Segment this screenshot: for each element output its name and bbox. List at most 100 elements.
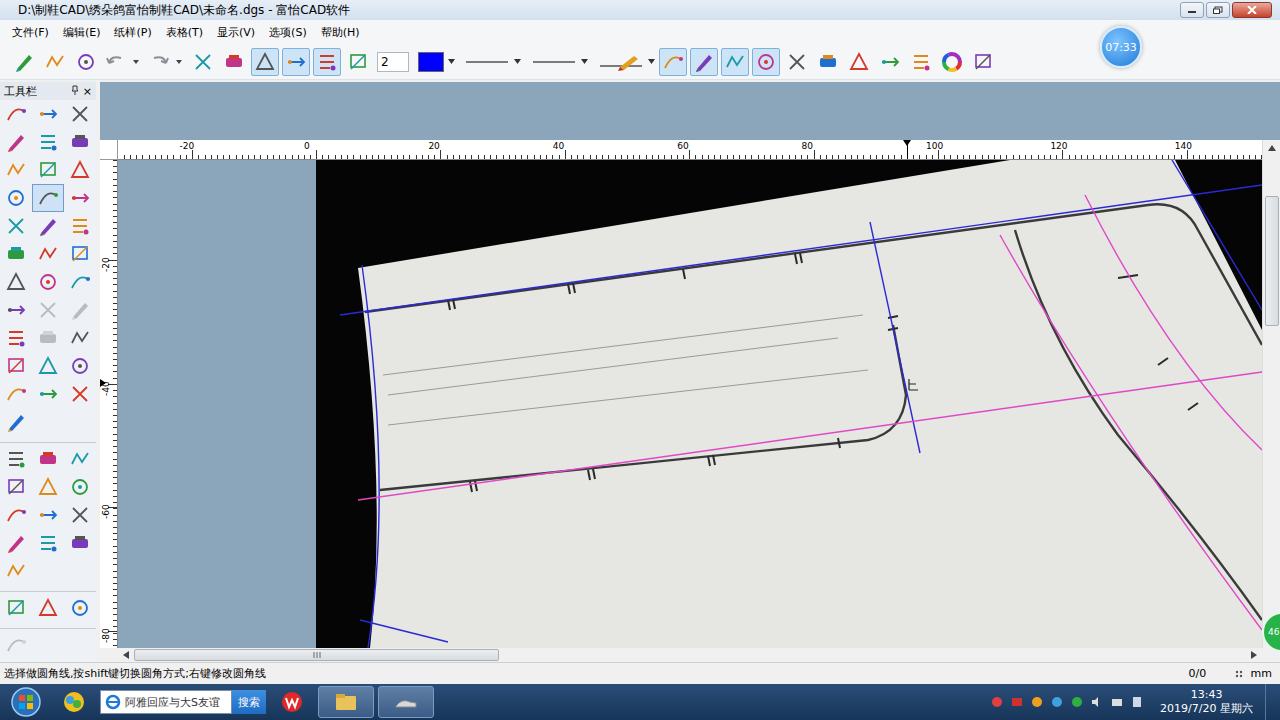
tool-button[interactable] [64, 100, 96, 128]
tool-button[interactable] [0, 156, 32, 184]
tool-button[interactable] [32, 445, 64, 473]
tool-button[interactable] [32, 128, 64, 156]
tool-button[interactable] [32, 501, 64, 529]
menu-item[interactable]: 文件(F) [8, 23, 53, 42]
toolbar-button[interactable] [251, 48, 279, 76]
tool-button[interactable] [32, 473, 64, 501]
tool-button[interactable] [32, 100, 64, 128]
toolbar-button[interactable] [659, 48, 687, 76]
tool-button[interactable] [32, 184, 64, 212]
toolbar-button[interactable] [721, 48, 749, 76]
tool-button[interactable] [0, 529, 32, 557]
search-field[interactable]: 阿雅回应与大S友谊 [100, 690, 232, 714]
tool-button[interactable] [64, 184, 96, 212]
toolbar-button[interactable] [814, 48, 842, 76]
tool-button[interactable] [0, 100, 32, 128]
tool-button[interactable] [32, 380, 64, 408]
tool-button[interactable] [32, 352, 64, 380]
toolbar-button[interactable] [282, 48, 310, 76]
start-button[interactable] [4, 684, 48, 720]
toolbar-button[interactable] [907, 48, 935, 76]
horizontal-scrollbar[interactable] [118, 648, 1262, 662]
line-width-field[interactable]: 2 [377, 52, 409, 72]
minimize-button[interactable] [1180, 2, 1204, 18]
menu-item[interactable]: 表格(T) [162, 23, 207, 42]
toolbar-button[interactable] [72, 48, 100, 76]
toolbar-button[interactable] [189, 48, 217, 76]
toolbar-button[interactable] [845, 48, 873, 76]
tool-button[interactable] [0, 268, 32, 296]
taskbar-app[interactable] [52, 686, 96, 718]
tool-button[interactable] [64, 156, 96, 184]
guide-line[interactable] [358, 372, 1262, 500]
close-button[interactable] [1232, 2, 1272, 18]
tool-button[interactable] [64, 473, 96, 501]
toolbar-button[interactable] [876, 48, 904, 76]
line-style-picker[interactable] [598, 50, 656, 74]
toolbar-button[interactable] [41, 48, 69, 76]
search-button[interactable]: 搜索 [232, 690, 266, 714]
tool-button[interactable] [64, 240, 96, 268]
toolbar-button[interactable] [313, 48, 341, 76]
menu-item[interactable]: 显示(V) [213, 23, 259, 42]
tool-button[interactable] [0, 501, 32, 529]
toolbar-button[interactable] [969, 48, 997, 76]
vertical-scrollbar[interactable] [1262, 140, 1280, 648]
tool-button[interactable] [64, 594, 96, 622]
tool-button[interactable] [0, 324, 32, 352]
tool-button[interactable] [0, 184, 32, 212]
clock[interactable]: 13:432019/7/20 星期六 [1152, 688, 1261, 716]
color-picker[interactable] [418, 52, 455, 72]
guide-line[interactable] [870, 222, 920, 453]
toolbar-button[interactable] [220, 48, 248, 76]
toolbar-button[interactable] [10, 48, 38, 76]
tool-button[interactable] [0, 212, 32, 240]
tool-button[interactable] [32, 156, 64, 184]
restore-button[interactable] [1206, 2, 1230, 18]
tool-button[interactable] [32, 240, 64, 268]
scroll-thumb[interactable] [134, 649, 499, 661]
drawing-canvas[interactable] [118, 160, 1262, 648]
tool-button[interactable] [32, 594, 64, 622]
toolbar-button[interactable] [344, 48, 372, 76]
taskbar-app[interactable] [318, 686, 374, 718]
taskbar-app[interactable] [270, 686, 314, 718]
tool-button[interactable] [0, 473, 32, 501]
guide-line[interactable] [1172, 160, 1262, 310]
tool-button[interactable] [32, 212, 64, 240]
tool-button[interactable] [64, 128, 96, 156]
toolbar-button[interactable] [752, 48, 780, 76]
menu-item[interactable]: 选项(S) [265, 23, 311, 42]
tool-button[interactable] [0, 240, 32, 268]
tool-button[interactable] [0, 594, 32, 622]
tool-button[interactable] [64, 380, 96, 408]
menu-item[interactable]: 编辑(E) [59, 23, 105, 42]
guide-line[interactable] [1085, 195, 1262, 450]
tool-button[interactable] [32, 268, 64, 296]
toolbar-button[interactable] [690, 48, 718, 76]
toolbar-button[interactable] [783, 48, 811, 76]
tool-button[interactable] [32, 529, 64, 557]
line-style-picker[interactable] [464, 50, 522, 74]
tool-button[interactable] [0, 380, 32, 408]
guide-line[interactable] [362, 265, 379, 648]
tool-button[interactable] [64, 324, 96, 352]
guide-line[interactable] [1000, 235, 1262, 630]
toolbox-close[interactable]: × [83, 85, 92, 98]
line-style-picker[interactable] [531, 50, 589, 74]
tool-button[interactable] [0, 557, 32, 585]
tool-button[interactable] [0, 445, 32, 473]
toolbar-button[interactable] [103, 48, 143, 76]
tool-button[interactable] [64, 501, 96, 529]
tool-button[interactable] [64, 445, 96, 473]
guide-line[interactable] [360, 620, 448, 642]
tool-button[interactable] [64, 529, 96, 557]
tool-button[interactable] [0, 352, 32, 380]
menu-item[interactable]: 帮助(H) [317, 23, 364, 42]
tool-button[interactable] [0, 296, 32, 324]
show-desktop-button[interactable] [1265, 684, 1280, 720]
scroll-thumb[interactable] [1265, 196, 1279, 326]
toolbar-button[interactable] [938, 48, 966, 76]
pin-button[interactable] [71, 85, 79, 98]
tool-button[interactable] [64, 268, 96, 296]
